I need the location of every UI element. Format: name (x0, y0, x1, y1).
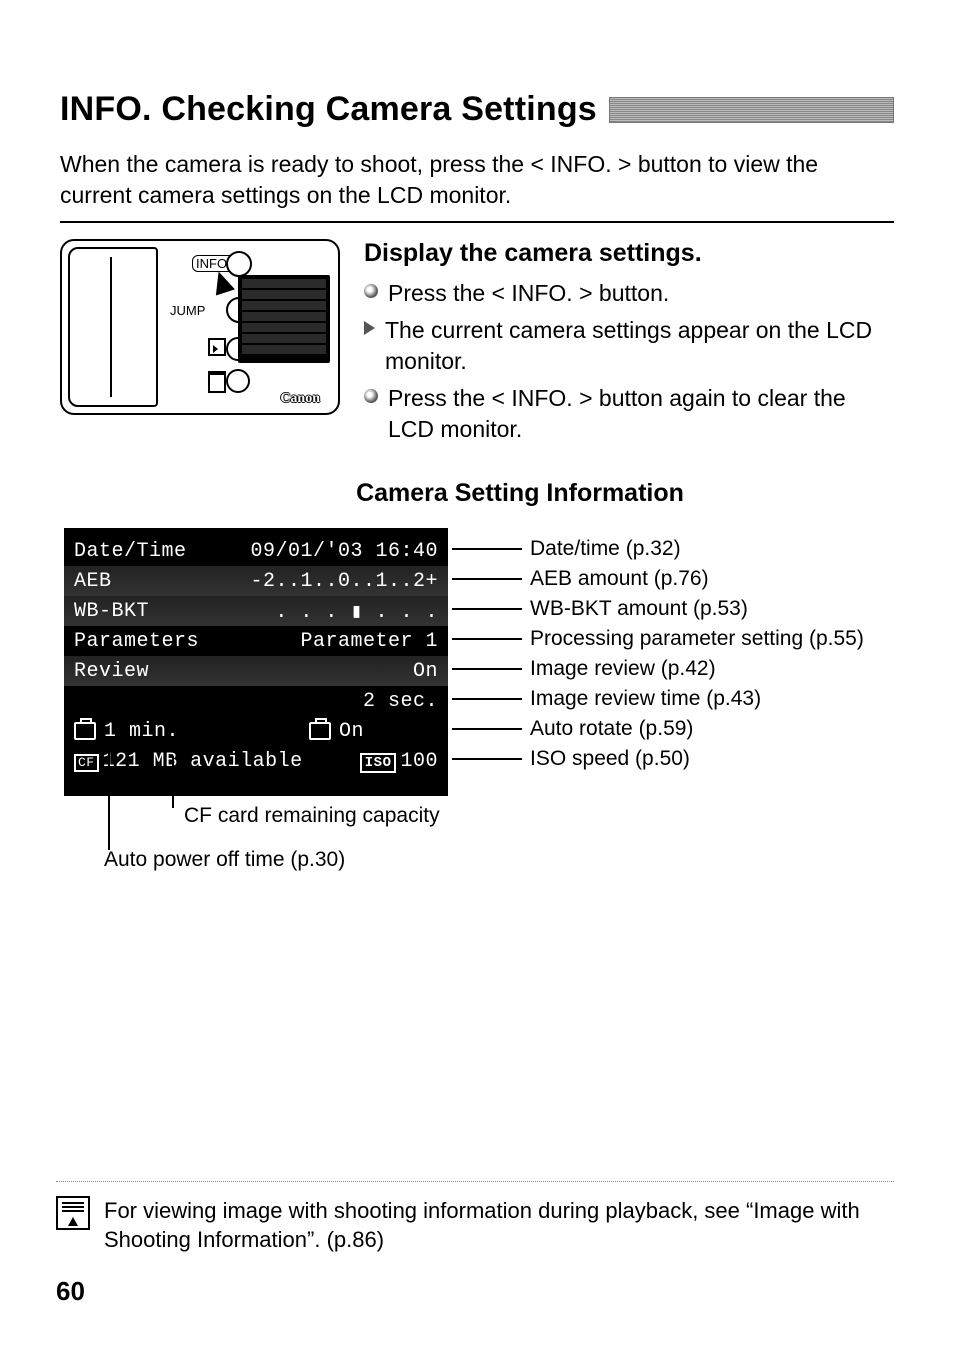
lcd-value: . . . ▮ . . . (275, 598, 438, 624)
note-icon (56, 1196, 90, 1230)
camera-body-icon (68, 247, 158, 407)
display-settings-section: INFO. JUMP Canon Display the camera sett… (60, 239, 894, 451)
page-title: INFO. Checking Camera Settings (60, 90, 597, 129)
lcd-row: Parameters Parameter 1 (74, 626, 438, 656)
lcd-value: -2..1..0..1..2+ (250, 570, 438, 593)
leader-line-icon (452, 698, 522, 700)
title-rest: Checking Camera Settings (152, 90, 597, 128)
lcd-label: WB-BKT (74, 600, 149, 623)
leader-line-icon (452, 638, 522, 640)
bullet-icon (364, 284, 378, 298)
display-settings-heading: Display the camera settings. (364, 239, 894, 268)
leader-line-icon (452, 608, 522, 610)
callout-text: Image review time (p.43) (530, 687, 761, 711)
callout-text: Auto power off time (p.30) (104, 848, 345, 872)
title-prefix: INFO. (60, 90, 152, 128)
callout-item: Processing parameter setting (p.55) (452, 624, 864, 654)
step-item: Press the < INFO. > button again to clea… (364, 383, 894, 445)
callout-item: Date/time (p.32) (452, 534, 864, 564)
lcd-screen: Date/Time 09/01/'03 16:40 AEB -2..1..0..1.… (64, 528, 448, 796)
leader-line-icon (452, 548, 522, 550)
leader-line-icon (108, 738, 110, 850)
iso-group: ISO100 (360, 750, 438, 773)
callout-item: AEB amount (p.76) (452, 564, 864, 594)
step-text: The current camera settings appear on th… (385, 315, 894, 377)
step-item: Press the < INFO. > button. (364, 278, 894, 309)
right-callouts: Date/time (p.32) AEB amount (p.76) WB-BK… (452, 528, 864, 774)
leader-line-icon (452, 728, 522, 730)
camera-setting-info-heading: Camera Setting Information (340, 479, 700, 508)
lcd-row: AEB -2..1..0..1..2+ (64, 566, 448, 596)
lcd-value: 2 sec. (363, 690, 438, 713)
intro-paragraph: When the camera is ready to shoot, press… (60, 149, 894, 211)
callout-item: Auto rotate (p.59) (452, 714, 864, 744)
page-title-row: INFO. Checking Camera Settings (60, 90, 894, 129)
iso-value: 100 (400, 750, 438, 773)
jump-button-label: JUMP (170, 303, 205, 318)
callout-text: Date/time (p.32) (530, 537, 681, 561)
round-button-icon (226, 369, 250, 393)
manual-page: INFO. Checking Camera Settings When the … (0, 0, 954, 818)
iso-icon: ISO (360, 753, 397, 773)
camera-sleep-icon (74, 722, 96, 740)
trash-button-icon (208, 371, 226, 393)
step-text: Press the < INFO. > button. (388, 278, 669, 309)
brand-label: Canon (280, 391, 320, 407)
cf-card-icon: CF (74, 754, 99, 772)
lcd-info-diagram: Date/Time 09/01/'03 16:40 AEB -2..1..0..1.… (64, 528, 896, 818)
note-box: For viewing image with shooting informat… (56, 1181, 894, 1255)
lcd-row: Review On (64, 656, 448, 686)
leader-line-icon (452, 668, 522, 670)
leader-line-icon (452, 578, 522, 580)
display-settings-text: Display the camera settings. Press the <… (364, 239, 894, 451)
lcd-label: AEB (74, 570, 112, 593)
lcd-bottom-row: CF121 MB available ISO100 (74, 746, 438, 776)
lcd-value: On (413, 660, 438, 683)
triangle-icon (364, 321, 375, 335)
lcd-label: Date/Time (74, 540, 187, 563)
camera-illustration: INFO. JUMP Canon (60, 239, 340, 415)
lcd-value: 09/01/'03 16:40 (250, 540, 438, 563)
note-text: For viewing image with shooting informat… (104, 1196, 894, 1255)
lcd-label: Review (74, 660, 149, 683)
auto-rotate-value: On (339, 720, 364, 743)
rotate-icon (309, 722, 331, 740)
callout-text: Processing parameter setting (p.55) (530, 627, 864, 651)
callout-text: ISO speed (p.50) (530, 747, 690, 771)
callout-text: WB-BKT amount (p.53) (530, 597, 748, 621)
lcd-label: Parameters (74, 630, 199, 653)
divider (60, 221, 894, 223)
callout-text: AEB amount (p.76) (530, 567, 709, 591)
step-text: Press the < INFO. > button again to clea… (388, 383, 894, 445)
callout-item: WB-BKT amount (p.53) (452, 594, 864, 624)
lcd-preview-icon (238, 275, 330, 363)
callout-text: CF card remaining capacity (184, 804, 440, 828)
callout-text: Image review (p.42) (530, 657, 716, 681)
lcd-row: Date/Time 09/01/'03 16:40 (74, 536, 438, 566)
title-decor-bar (609, 97, 894, 123)
play-button-icon (208, 338, 226, 356)
callout-item: Image review time (p.43) (452, 684, 864, 714)
lcd-value: Parameter 1 (300, 630, 438, 653)
bullet-icon (364, 389, 378, 403)
leader-line-icon (452, 758, 522, 760)
step-item: The current camera settings appear on th… (364, 315, 894, 377)
callout-text: Auto rotate (p.59) (530, 717, 693, 741)
leader-line-icon (172, 756, 174, 808)
callout-item: Image review (p.42) (452, 654, 864, 684)
lcd-row: WB-BKT . . . ▮ . . . (64, 596, 448, 626)
steps-list: Press the < INFO. > button. The current … (364, 278, 894, 445)
callout-item: ISO speed (p.50) (452, 744, 864, 774)
page-number: 60 (56, 1276, 85, 1307)
lcd-bottom-row: 1 min. On (74, 716, 438, 746)
cf-available-value: 121 MB available (103, 750, 303, 773)
lcd-row: 2 sec. (74, 686, 438, 716)
power-off-value: 1 min. (104, 720, 179, 743)
